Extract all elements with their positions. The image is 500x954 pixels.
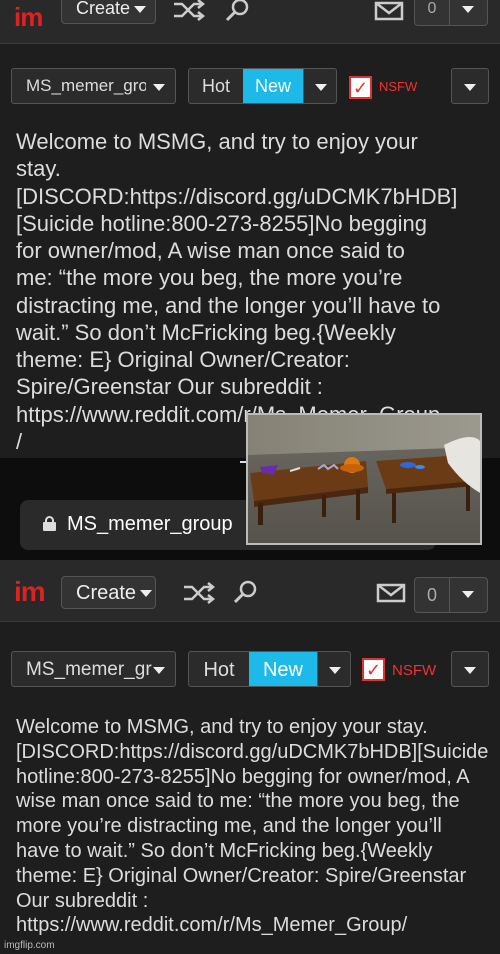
sort-toggle: Hot New [188, 68, 337, 104]
description-line: distracting me, and the longer you’ll ha… [16, 292, 441, 318]
chevron-down-icon [153, 667, 165, 674]
notification-count[interactable]: 0 [414, 577, 450, 613]
game-scene-image [248, 415, 480, 543]
chevron-down-icon [315, 84, 327, 91]
sort-hot-button[interactable]: Hot [189, 652, 249, 686]
sort-new-button[interactable]: New [249, 652, 317, 686]
shuffle-icon[interactable] [182, 581, 216, 605]
sort-new-button[interactable]: New [243, 69, 303, 103]
game-scene-photo [246, 413, 482, 545]
nsfw-checkbox[interactable]: ✓ [349, 76, 372, 99]
shuffle-icon[interactable] [172, 0, 206, 22]
stream-controls: MS_memer_group Hot New ✓ NSFW [0, 651, 500, 699]
chevron-down-icon [464, 84, 476, 91]
stream-select[interactable]: MS_memer_group [11, 651, 176, 687]
chevron-down-icon [140, 590, 153, 598]
description-line: Spire/Greenstar Our subreddit : [16, 374, 323, 400]
lock-icon [43, 516, 56, 531]
notification-dropdown[interactable] [450, 0, 488, 26]
watermark: imgflip.com [4, 940, 55, 951]
stream-select[interactable]: MS_memer_group [11, 68, 176, 104]
chevron-down-icon [462, 591, 474, 598]
create-button[interactable]: Create [61, 0, 156, 24]
notification-dropdown[interactable] [450, 577, 488, 613]
description-line: me: “the more you beg, the more you’re [16, 265, 403, 291]
chevron-down-icon [153, 84, 165, 91]
mail-icon[interactable] [374, 0, 404, 22]
stream-menu-button[interactable] [451, 651, 489, 687]
mail-icon[interactable] [376, 582, 406, 604]
search-icon[interactable] [224, 0, 252, 23]
stream-description: Welcome to MSMG, and try to enjoy your s… [16, 128, 490, 455]
notification-count[interactable]: 0 [414, 0, 450, 26]
description-line: [Suicide hotline:800-273-8255]No begging [16, 210, 427, 236]
screenshot-frame-top: im Create 0 MS_memer_group Hot New [0, 0, 500, 458]
top-navbar: im Create 0 [0, 0, 500, 44]
create-button-label: Create [76, 0, 131, 18]
description-line: theme: E} Original Owner/Creator: [16, 347, 350, 373]
sort-toggle: Hot New [188, 651, 351, 687]
nsfw-label: NSFW [392, 662, 437, 679]
search-icon[interactable] [232, 579, 260, 605]
address-bar-text: MS_memer_group [67, 513, 233, 535]
chevron-down-icon [134, 5, 147, 13]
stream-select-value: MS_memer_group [26, 659, 152, 680]
chevron-down-icon [329, 667, 341, 674]
screenshot-frame-bottom: im Create 0 MS_memer_group Hot New [0, 560, 500, 954]
create-button-label: Create [76, 582, 137, 604]
stream-description: Welcome to MSMG, and try to enjoy your s… [16, 716, 489, 937]
top-navbar: im Create 0 [0, 560, 500, 622]
description-line: for owner/mod, A wise man once said to [16, 238, 405, 264]
stream-select-value: MS_memer_group [26, 76, 146, 95]
sort-hot-button[interactable]: Hot [189, 69, 243, 103]
imgflip-logo[interactable]: im [14, 576, 46, 608]
nsfw-label: NSFW [379, 79, 418, 94]
sort-dropdown[interactable] [317, 652, 350, 686]
description-line: wait.” So don’t McFricking beg.{Weekly [16, 319, 396, 345]
description-line: [DISCORD:https://discord.gg/uDCMK7bHDB] [16, 183, 458, 209]
chevron-down-icon [462, 6, 474, 13]
nsfw-checkbox[interactable]: ✓ [362, 658, 385, 681]
sort-dropdown[interactable] [303, 69, 336, 103]
description-line: stay. [16, 156, 61, 182]
create-button[interactable]: Create [61, 576, 156, 609]
description-line: Welcome to MSMG, and try to enjoy your [16, 129, 418, 154]
stream-controls: MS_memer_group Hot New ✓ NSFW [0, 68, 500, 116]
chevron-down-icon [464, 667, 476, 674]
imgflip-logo[interactable]: im [14, 2, 43, 33]
stream-menu-button[interactable] [451, 68, 489, 104]
